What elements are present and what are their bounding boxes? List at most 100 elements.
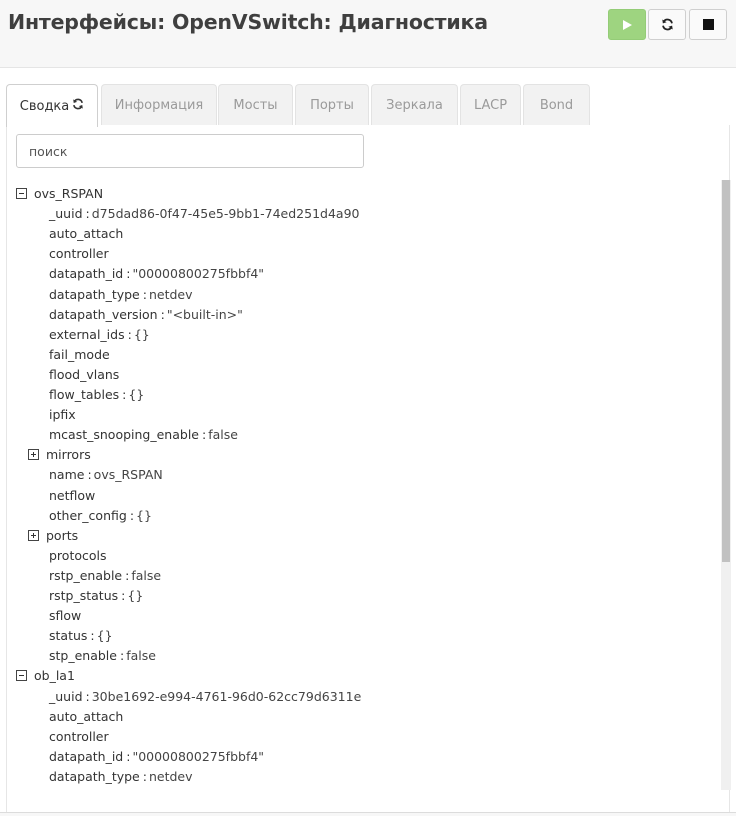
tree-property: controller (49, 244, 109, 264)
tree-property: auto_attach (49, 707, 123, 727)
tree-property: fail_mode (49, 345, 110, 365)
property-key: name (49, 467, 85, 482)
property-key: flow_tables (49, 387, 120, 402)
tree-node-label: mirrors (46, 447, 91, 462)
tree-property: sflow (49, 606, 81, 626)
play-icon (621, 19, 633, 31)
tree-property: _uuid: d75dad86-0f47-45e5-9bb1-74ed251d4a… (49, 204, 359, 224)
property-key: datapath_type (49, 287, 140, 302)
tree-property: datapath_version: "<built-in>" (49, 305, 243, 325)
property-value: netdev (148, 769, 193, 784)
tab-bond[interactable]: Bond (523, 84, 590, 126)
tree-property: netflow (49, 486, 95, 506)
key-value-separator: : (142, 287, 147, 302)
property-key: status (49, 628, 88, 643)
start-service-button[interactable] (608, 9, 646, 40)
collapse-icon[interactable] (16, 670, 27, 681)
tree-property: rstp_status:{} (49, 586, 143, 606)
tree-property: other_config:{} (49, 506, 152, 526)
tree-property: status:{} (49, 626, 113, 646)
tree-property: name: ovs_RSPAN (49, 465, 163, 485)
tree-property: flow_tables:{} (49, 385, 144, 405)
tree-subnode[interactable]: mirrors (28, 445, 91, 465)
property-key: external_ids (49, 327, 125, 342)
tab-label: Зеркала (386, 98, 443, 113)
tab-label: Мосты (233, 98, 278, 113)
key-value-separator: : (90, 628, 95, 643)
key-value-separator: : (85, 689, 90, 704)
tree-property: ipfix (49, 405, 76, 425)
tab-label: LACP (473, 98, 508, 113)
key-value-separator: : (122, 387, 127, 402)
tab-lacp[interactable]: LACP (460, 84, 521, 126)
property-key: other_config (49, 508, 127, 523)
property-key: mcast_snooping_enable (49, 427, 199, 442)
property-key: protocols (49, 548, 107, 563)
tree-property: datapath_id: "00000800275fbbf4" (49, 747, 264, 767)
property-key: netflow (49, 488, 96, 503)
property-key: flood_vlans (49, 367, 120, 382)
key-value-separator: : (125, 568, 130, 583)
tree-property: _uuid:30be1692-e994-4761-96d0-62cc79d631… (49, 687, 361, 707)
property-value: ovs_RSPAN (93, 467, 163, 482)
tab-information[interactable]: Информация (101, 84, 217, 126)
property-value: {} (128, 387, 145, 402)
page-header: Интерфейсы: OpenVSwitch: Диагностика (0, 0, 736, 68)
scrollbar[interactable] (721, 180, 731, 790)
property-key: _uuid (49, 206, 83, 221)
expand-icon[interactable] (28, 449, 39, 460)
tree-property: datapath_id: "00000800275fbbf4" (49, 264, 264, 284)
property-key: fail_mode (49, 347, 110, 362)
tab-bridges[interactable]: Мосты (218, 84, 293, 126)
tree-property: auto_attach (49, 224, 123, 244)
property-value: netdev (148, 287, 193, 302)
property-key: datapath_version (49, 307, 158, 322)
collapse-icon[interactable] (16, 188, 27, 199)
key-value-separator: : (87, 467, 92, 482)
page-title: Интерфейсы: OpenVSwitch: Диагностика (8, 10, 488, 34)
key-value-separator: : (202, 427, 207, 442)
tree-property: rstp_enable: false (49, 566, 161, 586)
tree-subnode[interactable]: ports (28, 526, 78, 546)
tab-label: Сводка (19, 98, 70, 114)
property-key: rstp_enable (49, 568, 123, 583)
property-value: "00000800275fbbf4" (132, 749, 265, 764)
tree-node-label: ob_la1 (34, 668, 75, 683)
tab-mirrors[interactable]: Зеркала (371, 84, 458, 126)
property-key: ipfix (49, 407, 76, 422)
stop-service-button[interactable] (689, 9, 727, 40)
tree-property: external_ids:{} (49, 325, 150, 345)
tree-property: protocols (49, 546, 107, 566)
tab-label: Информация (114, 98, 204, 113)
property-value: false (208, 427, 238, 442)
search-input[interactable] (16, 134, 364, 168)
key-value-separator: : (129, 508, 135, 523)
tree-node[interactable]: ovs_RSPAN (16, 184, 103, 204)
property-key: _uuid (49, 689, 83, 704)
refresh-icon[interactable] (72, 98, 84, 114)
tab-summary[interactable]: Сводка (6, 84, 98, 127)
tab-ports[interactable]: Порты (295, 84, 369, 126)
tab-label: Порты (310, 98, 354, 113)
property-key: datapath_id (49, 749, 124, 764)
property-value: d75dad86-0f47-45e5-9bb1-74ed251d4a90 (91, 206, 360, 221)
key-value-separator: : (142, 769, 147, 784)
tree-node-label: ports (46, 528, 79, 543)
tree-node[interactable]: ob_la1 (16, 666, 75, 686)
property-value: 30be1692-e994-4761-96d0-62cc79d6311e (91, 689, 362, 704)
expand-icon[interactable] (28, 530, 39, 541)
property-key: controller (49, 729, 109, 744)
property-key: auto_attach (49, 226, 124, 241)
property-key: datapath_type (49, 769, 140, 784)
scrollbar-thumb[interactable] (722, 180, 730, 562)
property-key: rstp_status (49, 588, 119, 603)
tree-property: stp_enable: false (49, 646, 156, 666)
key-value-separator: : (126, 749, 131, 764)
property-value: false (126, 648, 156, 663)
restart-service-button[interactable] (648, 9, 686, 40)
refresh-icon (661, 18, 674, 31)
tree-node-label: ovs_RSPAN (34, 186, 104, 201)
property-key: datapath_id (49, 266, 124, 281)
tree-property: datapath_type: netdev (49, 767, 193, 787)
property-value: {} (136, 508, 152, 523)
